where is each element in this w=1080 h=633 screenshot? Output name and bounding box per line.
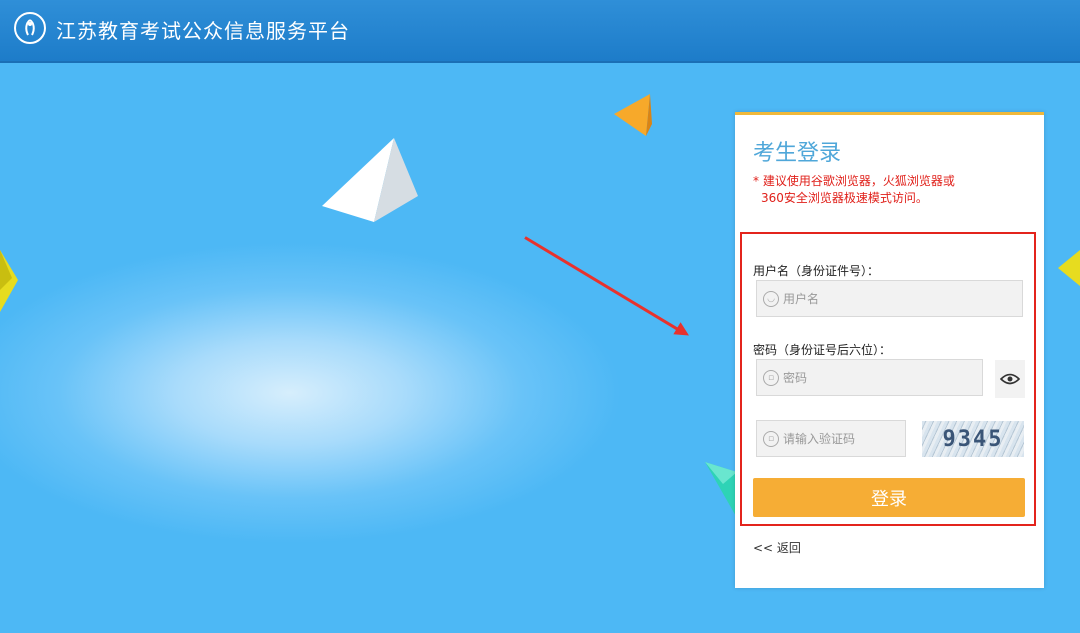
captcha-image[interactable]: 9345 xyxy=(922,421,1024,457)
password-label: 密码（身份证号后六位）： xyxy=(753,343,892,357)
site-title: 江苏教育考试公众信息服务平台 xyxy=(56,19,350,43)
site-logo-icon xyxy=(14,12,46,44)
browser-notice: * 建议使用谷歌浏览器，火狐浏览器或 360安全浏览器极速模式访问。 xyxy=(753,173,983,207)
yellow-shape-left-decoration xyxy=(0,250,18,312)
teal-shape-decoration xyxy=(705,462,737,518)
site-header: 江苏教育考试公众信息服务平台 xyxy=(0,0,1080,63)
login-title: 考生登录 xyxy=(753,141,842,166)
login-button[interactable]: 登录 xyxy=(753,478,1025,517)
back-link[interactable]: << 返回 xyxy=(753,539,801,556)
username-label: 用户名（身份证件号）： xyxy=(753,264,880,278)
password-input[interactable]: ▫ 密码 xyxy=(756,359,983,396)
username-input[interactable]: ◡ 用户名 xyxy=(756,280,1023,317)
user-icon: ◡ xyxy=(763,290,779,307)
lock-icon: ▫ xyxy=(763,430,779,447)
white-pyramid-decoration xyxy=(322,138,418,222)
show-password-eye-icon[interactable] xyxy=(995,360,1025,398)
login-panel: 考生登录 * 建议使用谷歌浏览器，火狐浏览器或 360安全浏览器极速模式访问。 … xyxy=(735,112,1044,588)
lock-icon: ▫ xyxy=(763,369,779,386)
captcha-input[interactable]: ▫ 请输入验证码 xyxy=(756,420,906,457)
username-placeholder: 用户名 xyxy=(783,292,820,306)
browser-notice-line1: * 建议使用谷歌浏览器，火狐浏览器或 xyxy=(753,174,955,188)
password-placeholder: 密码 xyxy=(783,371,808,385)
captcha-placeholder: 请输入验证码 xyxy=(783,432,856,446)
orange-pyramid-decoration xyxy=(614,94,652,136)
yellow-shape-right-decoration xyxy=(1058,250,1080,286)
browser-notice-line2: 360安全浏览器极速模式访问。 xyxy=(761,191,928,205)
